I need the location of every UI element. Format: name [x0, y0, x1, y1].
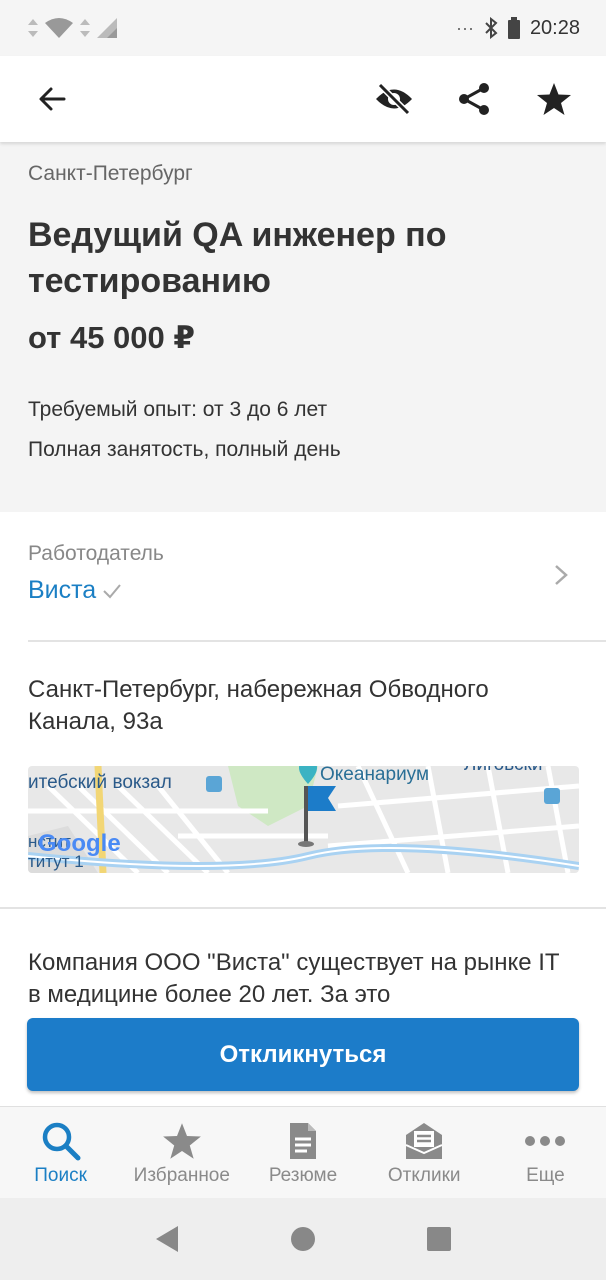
nav-back-icon[interactable]	[154, 1224, 180, 1254]
tab-more-label: Еще	[526, 1165, 565, 1186]
apply-button[interactable]: Откликнуться	[27, 1018, 579, 1091]
tab-more[interactable]: Еще	[485, 1107, 606, 1198]
tab-search[interactable]: Поиск	[0, 1107, 121, 1198]
signal-icon	[97, 18, 117, 38]
bluetooth-icon	[485, 17, 498, 39]
map-preview[interactable]: итебский вокзал Океанариум Лиговски нсти…	[28, 766, 579, 873]
google-logo: Google	[38, 830, 121, 857]
arrow-left-icon	[39, 87, 66, 111]
tab-resume[interactable]: Резюме	[242, 1107, 363, 1198]
chevron-right-icon	[555, 565, 568, 585]
star-icon	[537, 83, 571, 115]
employer-row[interactable]: Работодатель Виста	[0, 512, 606, 640]
share-icon	[459, 83, 489, 115]
document-icon	[290, 1123, 316, 1159]
data-arrows-icon	[80, 19, 90, 37]
map-district-label: Лиговски	[464, 766, 542, 776]
map-poi-label: Океанариум	[320, 766, 430, 785]
vacancy-city: Санкт-Петербург	[28, 162, 193, 185]
wifi-icon	[45, 18, 73, 38]
tab-responses[interactable]: Отклики	[364, 1107, 485, 1198]
status-left	[26, 17, 118, 39]
app-bar	[0, 56, 606, 142]
vacancy-title: Ведущий QA инженер по тестированию	[28, 216, 447, 300]
vacancy-header: Санкт-Петербург Ведущий QA инженер по те…	[0, 142, 606, 512]
nav-home-icon[interactable]	[290, 1226, 316, 1252]
tab-favorites-label: Избранное	[133, 1165, 230, 1186]
vacancy-content[interactable]: Санкт-Петербург Ведущий QA инженер по те…	[0, 142, 606, 1006]
employer-label: Работодатель	[28, 542, 164, 565]
status-bar: ··· 20:28	[0, 0, 606, 56]
bottom-tab-bar: Поиск Избранное Резюме Отклики Еще	[0, 1106, 606, 1198]
verified-check-icon	[103, 583, 121, 598]
status-right: ··· 20:28	[456, 17, 580, 40]
more-dots-icon: ···	[455, 17, 474, 38]
employer-link[interactable]: Виста	[28, 576, 578, 605]
tab-search-label: Поиск	[34, 1165, 87, 1186]
tab-responses-label: Отклики	[387, 1165, 461, 1186]
search-icon	[42, 1122, 81, 1161]
tab-favorites[interactable]: Избранное	[121, 1107, 242, 1198]
hide-vacancy-button[interactable]	[364, 69, 424, 129]
star-icon	[162, 1123, 201, 1159]
employer-name: Виста	[28, 576, 97, 604]
data-arrows-icon	[28, 19, 38, 37]
nav-recents-icon[interactable]	[426, 1226, 452, 1252]
vacancy-employment: Полная занятость, полный день	[28, 438, 341, 461]
back-button[interactable]	[22, 69, 82, 129]
vacancy-address: Санкт-Петербург, набережная Обводного Ка…	[28, 676, 489, 735]
vacancy-description: Компания ООО "Виста" существует на рынке…	[28, 949, 560, 1006]
inbox-icon	[405, 1123, 443, 1159]
vacancy-experience: Требуемый опыт: от 3 до 6 лет	[28, 398, 328, 421]
cta-container: Откликнуться	[0, 1006, 606, 1106]
status-time: 20:28	[529, 16, 580, 39]
tab-resume-label: Резюме	[268, 1165, 338, 1186]
battery-icon	[507, 17, 520, 39]
system-nav-bar	[0, 1198, 606, 1280]
more-icon	[525, 1136, 566, 1146]
share-button[interactable]	[444, 69, 504, 129]
vacancy-salary: от 45 000 ₽	[28, 320, 195, 355]
map-station-label: итебский вокзал	[28, 772, 172, 793]
favorite-button[interactable]	[524, 69, 584, 129]
eye-off-icon	[376, 82, 412, 116]
